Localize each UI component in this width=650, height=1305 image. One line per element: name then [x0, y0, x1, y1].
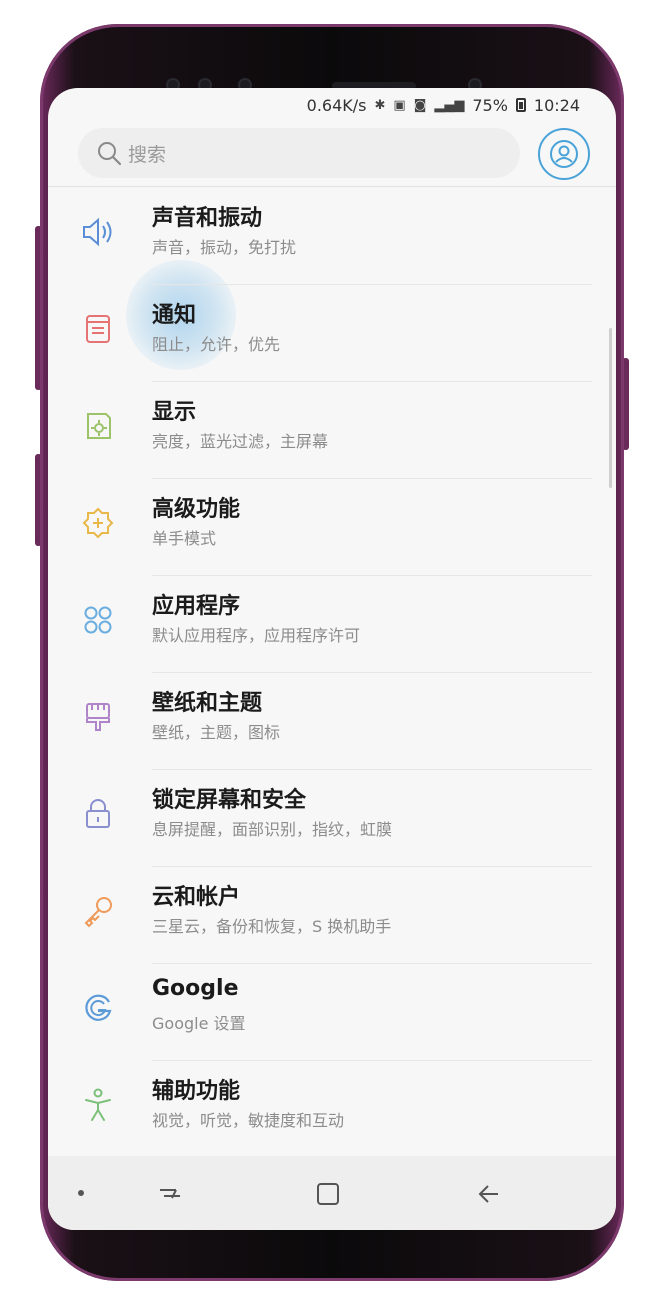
settings-item-apps[interactable]: 应用程序 默认应用程序，应用程序许可	[48, 576, 616, 673]
settings-item-display[interactable]: 显示 亮度，蓝光过滤，主屏幕	[48, 382, 616, 479]
settings-item-title: 高级功能	[152, 497, 241, 522]
back-button[interactable]	[470, 1176, 506, 1212]
battery-icon	[515, 98, 526, 112]
settings-item-subtitle: 三星云，备份和恢复，S 换机助手	[152, 917, 392, 936]
recents-button[interactable]	[152, 1176, 188, 1212]
clock: 10:24	[533, 95, 580, 115]
recents-icon	[160, 1189, 180, 1199]
nav-dot-icon	[78, 1190, 84, 1196]
advanced-gear-icon	[76, 501, 120, 545]
settings-item-subtitle: 息屏提醒，面部识别，指纹，虹膜	[152, 820, 393, 839]
key-icon	[76, 889, 120, 933]
scroll-indicator[interactable]	[609, 328, 612, 488]
settings-item-sound[interactable]: 声音和振动 声音，振动，免打扰	[48, 188, 616, 285]
settings-item-title: 显示	[152, 400, 197, 425]
settings-item-subtitle: 亮度，蓝光过滤，主屏幕	[152, 432, 329, 451]
settings-item-title: 辅助功能	[152, 1079, 241, 1104]
google-icon	[76, 986, 120, 1030]
apps-icon	[76, 598, 120, 642]
bluetooth-icon: ✱	[374, 97, 386, 113]
settings-item-advanced[interactable]: 高级功能 单手模式	[48, 479, 616, 576]
settings-item-subtitle: 声音，振动，免打扰	[152, 238, 297, 257]
settings-item-title: Google	[152, 976, 239, 1001]
settings-item-notifications[interactable]: 通知 阻止，允许，优先	[48, 285, 616, 382]
battery-percent: 75%	[472, 95, 508, 115]
vibrate-icon: ◙	[413, 97, 427, 113]
speaker-icon	[76, 210, 120, 254]
settings-list: 声音和振动 声音，振动，免打扰 通知 阻止，允许，优先 显示 亮度，蓝光过滤，主…	[48, 188, 616, 1158]
settings-item-subtitle: 单手模式	[152, 529, 217, 548]
profile-button[interactable]	[538, 128, 590, 180]
brush-icon	[76, 695, 120, 739]
settings-item-subtitle: 壁纸，主题，图标	[152, 723, 281, 742]
settings-screen: 0.64K/s ✱ ▣ ◙ ▂▄▆ 75% 10:24 搜索 声音和振动 声音，…	[48, 88, 616, 1230]
network-speed: 0.64K/s	[306, 95, 367, 115]
back-icon	[478, 1185, 498, 1203]
display-icon	[76, 404, 120, 448]
settings-item-subtitle: 阻止，允许，优先	[152, 335, 281, 354]
settings-item-subtitle: 默认应用程序，应用程序许可	[152, 626, 361, 645]
settings-item-title: 锁定屏幕和安全	[152, 788, 307, 813]
settings-item-cloud-accounts[interactable]: 云和帐户 三星云，备份和恢复，S 换机助手	[48, 867, 616, 964]
settings-item-title: 应用程序	[152, 594, 241, 619]
settings-item-wallpaper[interactable]: 壁纸和主题 壁纸，主题，图标	[48, 673, 616, 770]
settings-item-google[interactable]: Google Google 设置	[48, 964, 616, 1061]
home-button[interactable]	[310, 1176, 346, 1212]
settings-item-title: 声音和振动	[152, 206, 263, 231]
settings-item-subtitle: 视觉，听觉，敏捷度和互动	[152, 1111, 345, 1130]
header-divider	[48, 186, 616, 187]
lock-icon	[76, 792, 120, 836]
settings-item-title: 云和帐户	[152, 885, 241, 910]
status-bar: 0.64K/s ✱ ▣ ◙ ▂▄▆ 75% 10:24	[307, 94, 580, 116]
settings-item-title: 壁纸和主题	[152, 691, 263, 716]
search-placeholder: 搜索	[128, 143, 167, 166]
settings-item-title: 通知	[152, 303, 197, 328]
nfc-icon: ▣	[393, 97, 406, 113]
settings-item-lock-screen[interactable]: 锁定屏幕和安全 息屏提醒，面部识别，指纹，虹膜	[48, 770, 616, 867]
settings-item-accessibility[interactable]: 辅助功能 视觉，听觉，敏捷度和互动	[48, 1061, 616, 1158]
search-icon	[98, 142, 122, 166]
notification-icon	[76, 307, 120, 351]
profile-icon	[550, 140, 578, 168]
settings-item-subtitle: Google 设置	[152, 1014, 246, 1033]
signal-icon: ▂▄▆	[434, 97, 465, 113]
home-icon	[317, 1183, 339, 1205]
accessibility-icon	[76, 1083, 120, 1127]
navigation-bar	[48, 1156, 616, 1230]
search-bar[interactable]: 搜索	[78, 128, 520, 178]
